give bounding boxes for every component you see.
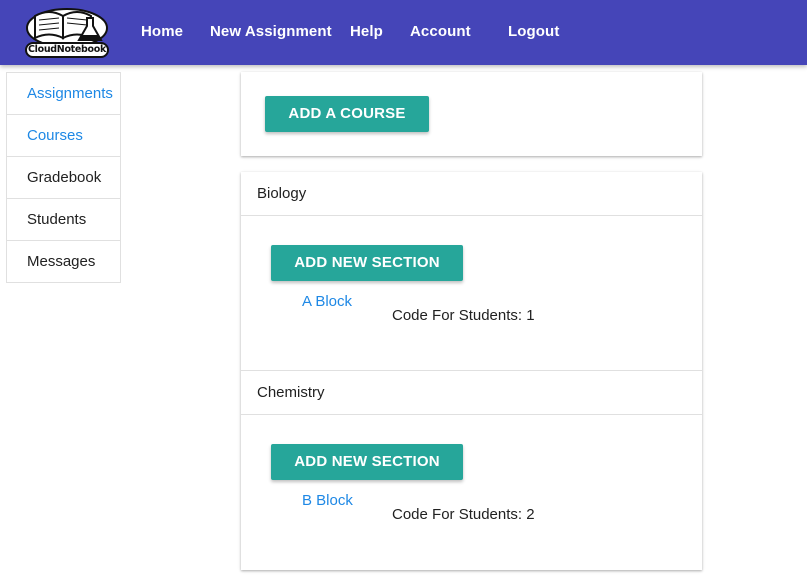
- logo-text: CloudNotebook: [25, 42, 109, 58]
- nav-home-link[interactable]: Home: [141, 23, 183, 40]
- course-header-biology: Biology: [241, 172, 702, 216]
- add-section-button-chemistry[interactable]: ADD NEW SECTION: [271, 444, 463, 480]
- nav-account-link[interactable]: Account: [410, 23, 471, 40]
- sidebar-item-assignments[interactable]: Assignments: [7, 73, 120, 115]
- add-section-button-biology[interactable]: ADD NEW SECTION: [271, 245, 463, 281]
- sidebar-item-students[interactable]: Students: [7, 199, 120, 241]
- nav-logout-link[interactable]: Logout: [508, 23, 559, 40]
- section-code-b-block: Code For Students: 2: [392, 506, 535, 523]
- sidebar-item-courses[interactable]: Courses: [7, 115, 120, 157]
- section-link-a-block[interactable]: A Block: [302, 293, 352, 310]
- section-link-b-block[interactable]: B Block: [302, 492, 353, 509]
- nav-new-assignment-link[interactable]: New Assignment: [210, 23, 332, 40]
- add-course-button[interactable]: ADD A COURSE: [265, 96, 429, 132]
- section-code-a-block: Code For Students: 1: [392, 307, 535, 324]
- nav-help-link[interactable]: Help: [350, 23, 383, 40]
- cloudnotebook-logo[interactable]: CloudNotebook: [21, 4, 113, 61]
- top-navbar: CloudNotebook Home New Assignment Help A…: [0, 0, 807, 65]
- sidebar-item-gradebook[interactable]: Gradebook: [7, 157, 120, 199]
- sidebar-item-messages[interactable]: Messages: [7, 241, 120, 283]
- add-course-card: ADD A COURSE: [241, 72, 702, 156]
- sidebar: Assignments Courses Gradebook Students M…: [6, 72, 121, 283]
- courses-card: Biology ADD NEW SECTION A Block Code For…: [241, 172, 702, 570]
- course-header-chemistry: Chemistry: [241, 371, 702, 415]
